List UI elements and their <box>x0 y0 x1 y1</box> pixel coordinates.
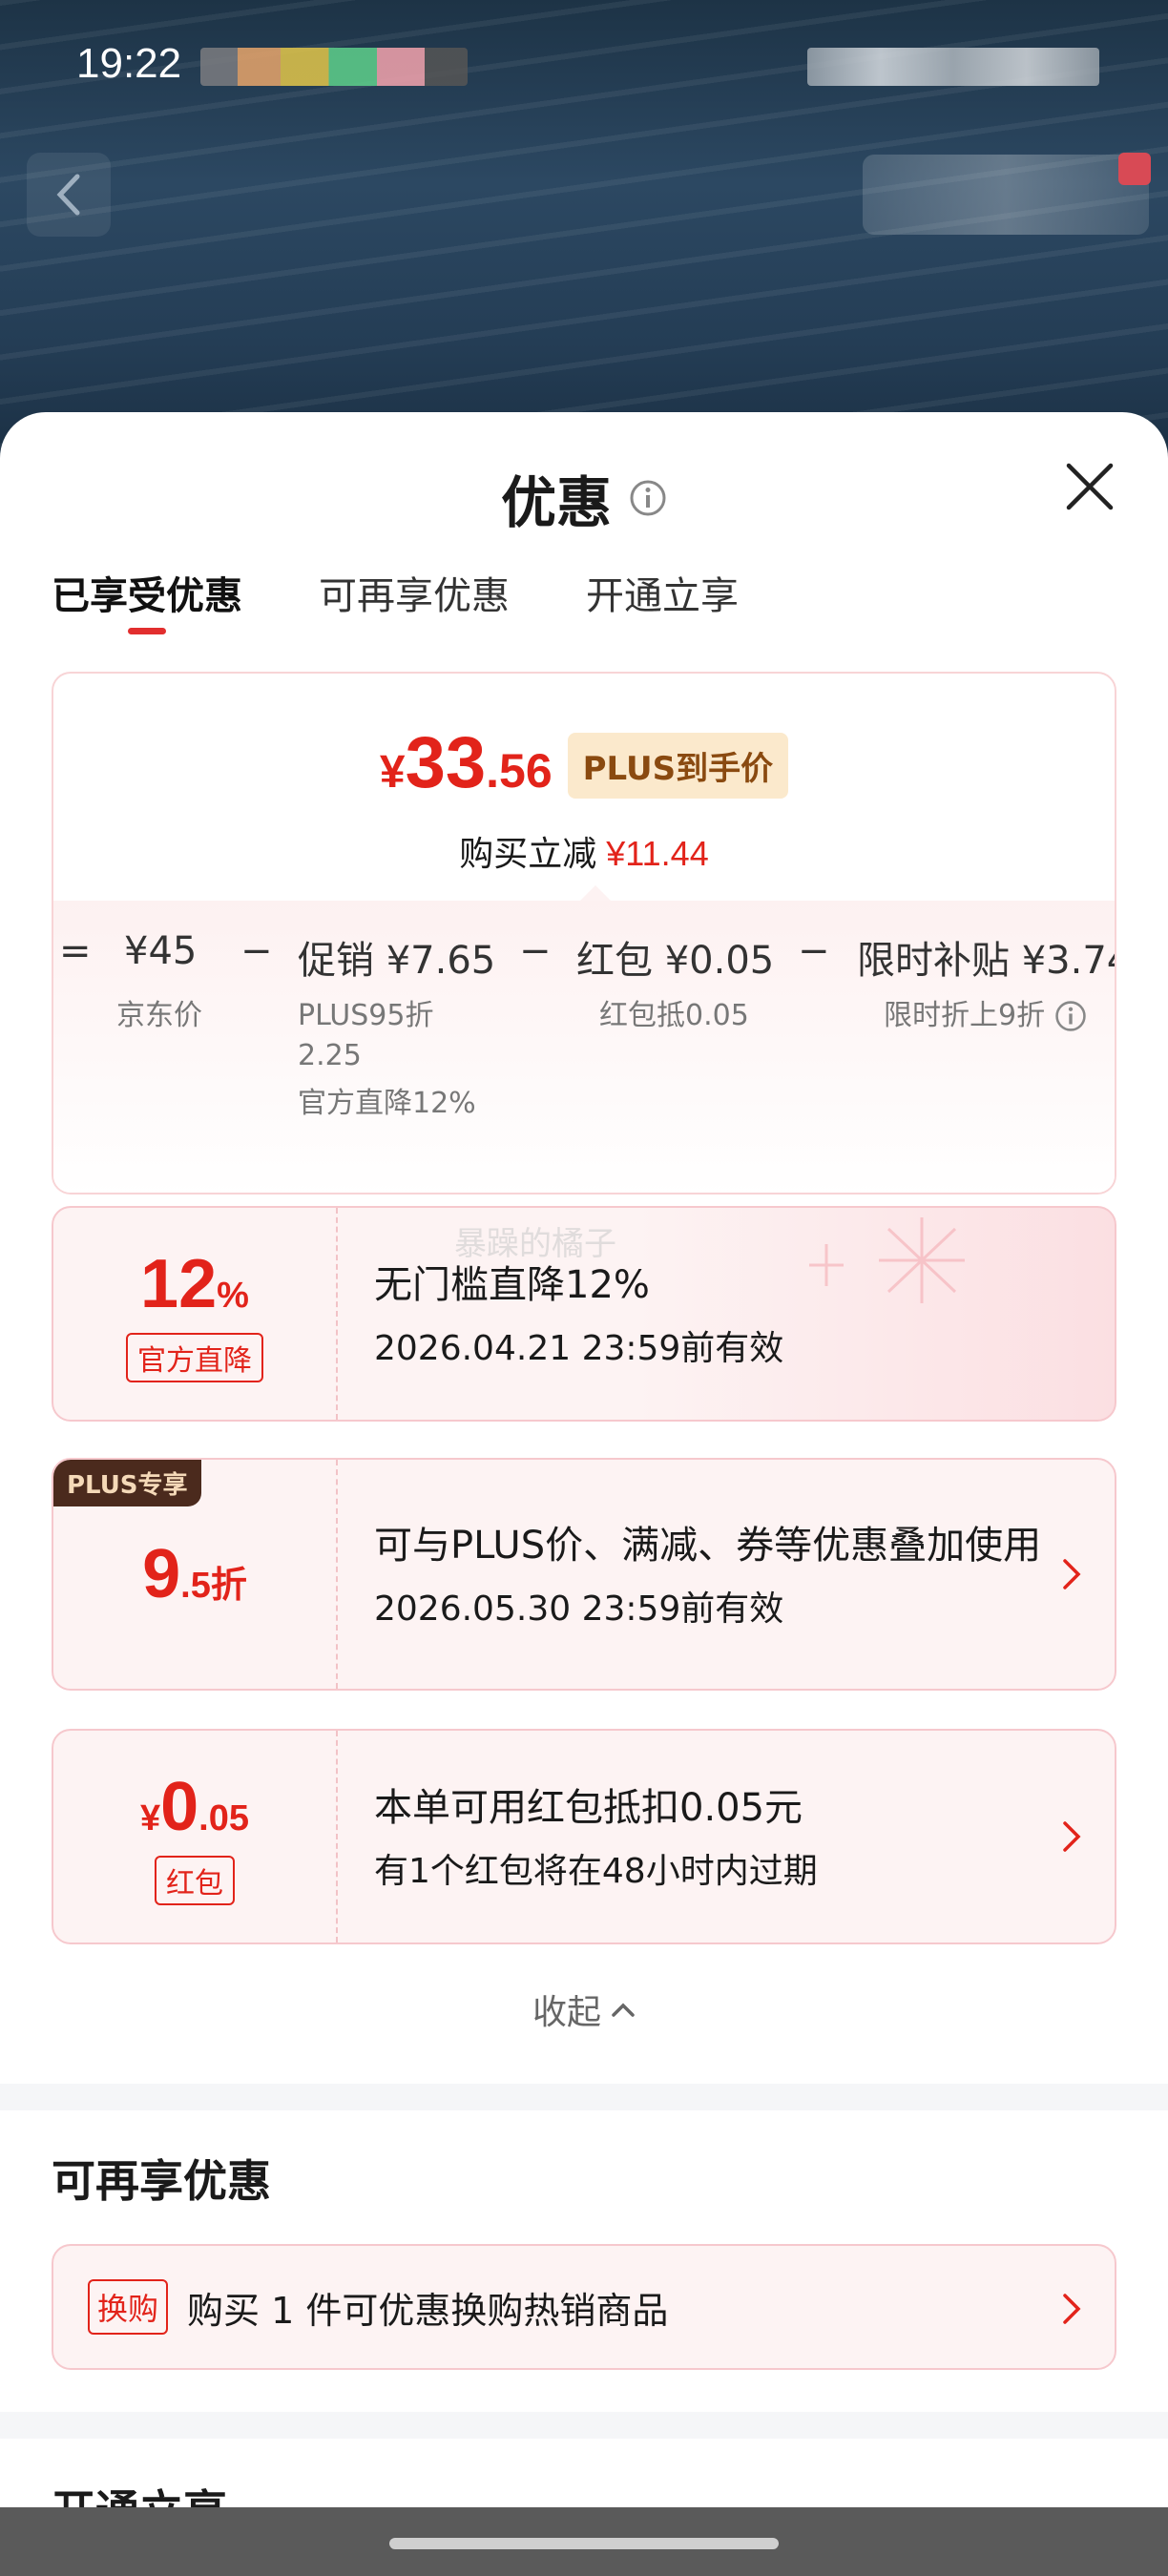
redpacket-value: ¥0.05 <box>140 1768 249 1846</box>
promo-type-tag: 红包 <box>155 1856 235 1905</box>
status-time: 19:22 <box>76 40 182 87</box>
system-nav-bar <box>0 2507 1168 2576</box>
promo-title: 可与PLUS价、满减、券等优惠叠加使用 <box>374 1524 1042 1568</box>
final-price-row: ¥ 33 .56 PLUS到手价 <box>53 721 1115 806</box>
reduce-label: 购买立减 <box>459 835 597 874</box>
jd-price-value: ¥45 <box>124 929 198 973</box>
price-breakdown: = ¥45 − 促销 ¥7.65 − 红包 ¥0.05 − 限时补贴 ¥3.74… <box>53 901 1116 1193</box>
tab-more[interactable]: 可再享优惠 <box>319 565 510 641</box>
discount-number: 9 <box>142 1536 181 1612</box>
sheet-title: 优惠 <box>500 470 612 535</box>
exchange-text: 购买 1 件可优惠换购热销商品 <box>187 2289 669 2332</box>
promo-expiry: 有1个红包将在48小时内过期 <box>374 1852 818 1891</box>
promo-expiry: 2026.05.30 23:59前有效 <box>374 1589 784 1629</box>
subsidy-caption-row[interactable]: 限时折上9折 <box>884 996 1087 1036</box>
chevron-left-icon <box>56 174 80 216</box>
promo-caption-line: 官方直降12% <box>298 1087 476 1120</box>
promo-card-redpacket[interactable]: ¥0.05 红包 本单可用红包抵扣0.05元 有1个红包将在48小时内过期 <box>52 1729 1116 1944</box>
plus-discount-value: 9.5折 <box>142 1535 247 1613</box>
tab-bar: 已享受优惠 可再享优惠 开通立享 <box>52 565 739 641</box>
close-icon[interactable] <box>1061 458 1118 515</box>
collapse-button[interactable]: 收起 <box>0 1984 1168 2034</box>
home-indicator[interactable] <box>389 2538 779 2549</box>
promo-left: 12% 官方直降 <box>53 1208 338 1420</box>
currency-symbol: ¥ <box>139 1798 161 1839</box>
minus-sign: − <box>240 929 273 973</box>
promo-caption: PLUS95折 2.25 官方直降12% <box>298 996 476 1124</box>
section-divider <box>0 2084 1168 2110</box>
promo-type-tag: 官方直降 <box>126 1333 263 1382</box>
discount-unit: % <box>217 1276 249 1316</box>
promo-card-direct-discount: 12% 官方直降 暴躁的橘子 无门槛直降12% 2026.04.21 23:59… <box>52 1206 1116 1422</box>
discount-percent: 12% <box>140 1245 249 1323</box>
promo-title: 无门槛直降12% <box>374 1263 650 1307</box>
section-divider <box>0 2412 1168 2439</box>
info-icon[interactable] <box>1054 1000 1087 1032</box>
tab-enjoyed[interactable]: 已享受优惠 <box>52 565 242 641</box>
chevron-right-icon <box>1063 1559 1081 1589</box>
promo-value: 促销 ¥7.65 <box>298 939 496 983</box>
sheet-title-row: 优惠 <box>0 458 1168 538</box>
redpacket-value: 红包 ¥0.05 <box>576 939 775 983</box>
status-icons-blurred <box>200 48 468 86</box>
jd-price-caption: 京东价 <box>116 999 202 1032</box>
back-button[interactable] <box>27 153 111 237</box>
status-bar: 19:22 <box>0 0 1168 134</box>
chevron-up-icon <box>612 2003 635 2017</box>
promo-left: ¥0.05 红包 <box>53 1731 338 1942</box>
promo-card-plus-discount[interactable]: PLUS专享 9.5折 可与PLUS价、满减、券等优惠叠加使用 2026.05.… <box>52 1458 1116 1691</box>
status-right-blurred <box>807 48 1099 86</box>
minus-sign: − <box>519 929 552 973</box>
discount-number: 12 <box>140 1246 218 1322</box>
equals-sign: = <box>59 929 92 973</box>
collapse-label: 收起 <box>532 1993 601 2032</box>
reduce-row: 购买立减 ¥11.44 <box>53 826 1115 876</box>
redpacket-caption: 红包抵0.05 <box>599 999 749 1032</box>
promo-title: 本单可用红包抵扣0.05元 <box>374 1786 803 1830</box>
tab-open[interactable]: 开通立享 <box>586 565 739 641</box>
promo-expiry: 2026.04.21 23:59前有效 <box>374 1329 784 1368</box>
discount-unit: .5折 <box>180 1566 247 1606</box>
subsidy-value: 限时补贴 ¥3.74 <box>857 939 1116 983</box>
redpacket-integer: 0 <box>160 1769 199 1845</box>
final-price: ¥ 33 .56 <box>380 721 553 804</box>
exchange-offer-card[interactable]: 换购 购买 1 件可优惠换购热销商品 <box>52 2244 1116 2370</box>
promo-right: 可与PLUS价、满减、券等优惠叠加使用 2026.05.30 23:59前有效 <box>374 1460 1057 1689</box>
caret-pointer <box>580 885 611 901</box>
formula-row: = ¥45 − 促销 ¥7.65 − 红包 ¥0.05 − 限时补贴 ¥3.74 <box>53 929 1116 987</box>
price-integer: 33 <box>405 722 487 803</box>
price-summary-card: ¥ 33 .56 PLUS到手价 购买立减 ¥11.44 = ¥45 − 促销 ¥… <box>52 672 1116 1195</box>
info-icon[interactable] <box>629 479 667 517</box>
header-actions-blurred <box>863 155 1149 235</box>
more-section-title: 可再享优惠 <box>52 2155 271 2207</box>
plus-price-tag: PLUS到手价 <box>567 733 789 799</box>
promo-left: 9.5折 <box>53 1460 338 1689</box>
price-decimal: .56 <box>486 744 553 798</box>
price-symbol: ¥ <box>379 747 406 798</box>
reduce-amount: ¥11.44 <box>606 834 709 873</box>
chevron-right-icon <box>1063 1821 1081 1852</box>
promo-right: 无门槛直降12% 2026.04.21 23:59前有效 <box>374 1208 1057 1420</box>
price-summary-top: ¥ 33 .56 PLUS到手价 购买立减 ¥11.44 <box>53 674 1115 901</box>
minus-sign: − <box>798 929 830 973</box>
exchange-tag: 换购 <box>88 2279 169 2335</box>
redpacket-decimal: .05 <box>198 1798 249 1839</box>
promo-caption-line: 2.25 <box>298 1039 362 1072</box>
header-badge <box>1118 153 1151 185</box>
chevron-right-icon <box>1063 2294 1081 2324</box>
promo-right: 本单可用红包抵扣0.05元 有1个红包将在48小时内过期 <box>374 1731 1057 1942</box>
promo-caption-line: PLUS95折 <box>298 999 434 1032</box>
subsidy-caption: 限时折上9折 <box>884 999 1046 1032</box>
promotion-sheet: 优惠 已享受优惠 可再享优惠 开通立享 ¥ 33 .56 PLUS到手价 购买立… <box>0 412 1168 2576</box>
